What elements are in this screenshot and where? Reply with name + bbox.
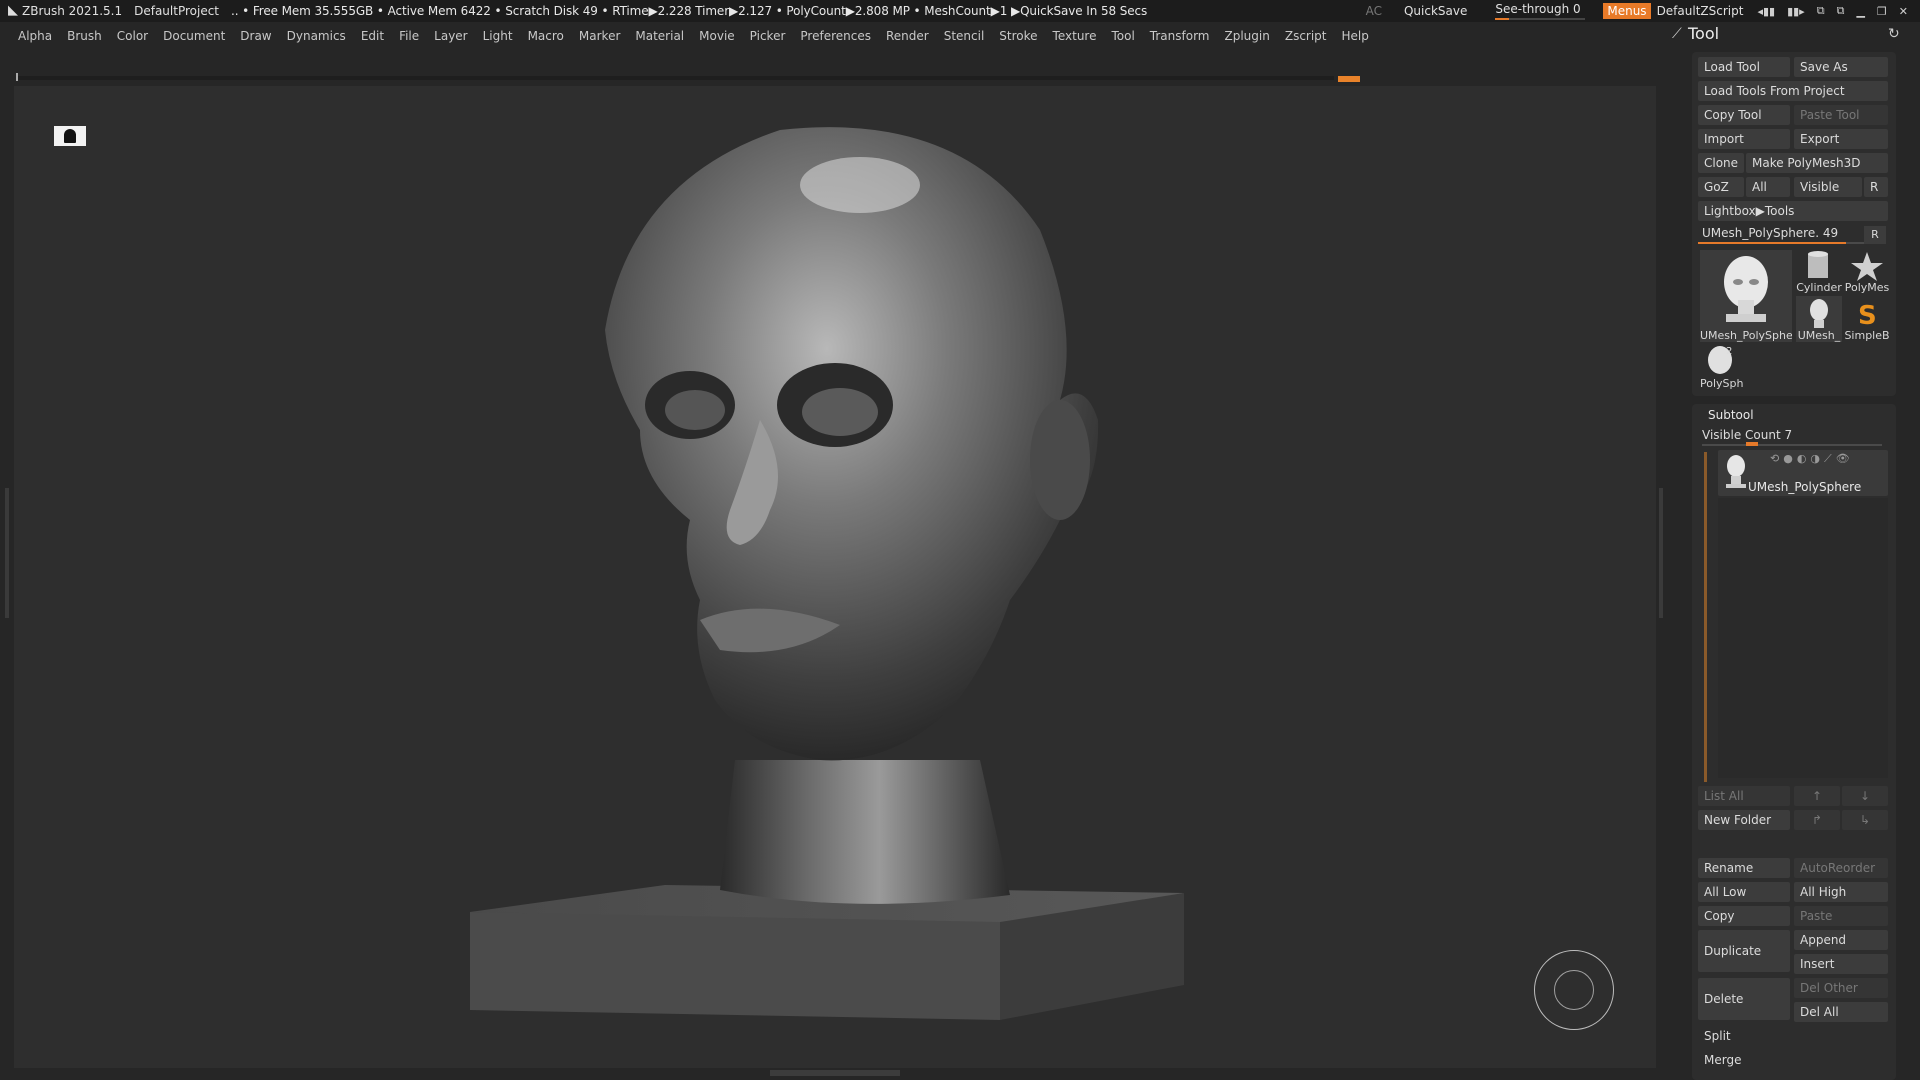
move-out-folder-icon[interactable]: ↳	[1842, 810, 1888, 830]
palette-options-icon[interactable]: ↻	[1888, 26, 1900, 42]
move-down-arrow-icon[interactable]: ↓	[1842, 786, 1888, 806]
head-thumbnail-icon	[1724, 256, 1768, 322]
visible-count-slider[interactable]	[1702, 444, 1882, 446]
tool-thumb-polysphere[interactable]: 2 PolySph	[1700, 344, 1746, 390]
clone-button[interactable]: Clone	[1698, 153, 1744, 173]
make-polymesh3d-button[interactable]: Make PolyMesh3D	[1746, 153, 1888, 173]
save-as-button[interactable]: Save As	[1794, 57, 1888, 77]
load-tools-from-project-button[interactable]: Load Tools From Project	[1698, 81, 1888, 101]
svg-text:S: S	[1858, 301, 1877, 330]
thumb-caption: SimpleB	[1844, 329, 1890, 342]
paste-tool-button[interactable]: Paste Tool	[1794, 105, 1888, 125]
del-all-button[interactable]: Del All	[1794, 1002, 1888, 1022]
sculpt-head-model[interactable]	[0, 0, 1920, 1080]
tool-palette-title[interactable]: Tool	[1688, 24, 1719, 43]
list-all-button[interactable]: List All	[1698, 786, 1790, 806]
tool-pin-icon[interactable]: ⟋	[1672, 26, 1682, 42]
import-button[interactable]: Import	[1698, 129, 1790, 149]
all-low-button[interactable]: All Low	[1698, 882, 1790, 902]
load-tool-button[interactable]: Load Tool	[1698, 57, 1790, 77]
copy-tool-button[interactable]: Copy Tool	[1698, 105, 1790, 125]
tool-thumb-umesh-polysphere[interactable]: UMesh_PolySphe	[1700, 250, 1792, 342]
paste-button[interactable]: Paste	[1794, 906, 1888, 926]
tool-thumb-simplebrush[interactable]: S SimpleB	[1844, 296, 1890, 342]
current-tool-slider-fill	[1698, 242, 1846, 244]
subtool-item-umesh-polysphere[interactable]: ⟲●◐◑⟋👁 UMesh_PolySphere	[1718, 450, 1888, 496]
tool-thumb-polymesh[interactable]: PolyMes	[1844, 250, 1890, 294]
cylinder-icon	[1808, 251, 1828, 278]
duplicate-button[interactable]: Duplicate	[1698, 930, 1790, 972]
tool-thumb-cylinder[interactable]: Cylinder	[1796, 250, 1842, 294]
thumb-caption: PolyMes	[1844, 281, 1890, 294]
copy-button[interactable]: Copy	[1698, 906, 1790, 926]
current-tool-slider-label: UMesh_PolySphere. 49	[1702, 226, 1839, 240]
subtool-item-icons[interactable]: ⟲●◐◑⟋👁	[1770, 452, 1854, 466]
tool-thumb-umesh-small[interactable]: UMesh_	[1796, 296, 1842, 342]
goz-button[interactable]: GoZ	[1698, 177, 1744, 197]
rename-button[interactable]: Rename	[1698, 858, 1790, 878]
visible-count-label: Visible Count 7	[1702, 428, 1793, 442]
neck	[720, 760, 1010, 904]
goz-visible-button[interactable]: Visible	[1794, 177, 1862, 197]
export-button[interactable]: Export	[1794, 129, 1888, 149]
subtool-item-name: UMesh_PolySphere	[1748, 480, 1862, 494]
subtool-head-thumbnail-icon	[1726, 455, 1746, 488]
subtool-list	[1718, 498, 1888, 778]
auto-reorder-button[interactable]: AutoReorder	[1794, 858, 1888, 878]
move-to-folder-icon[interactable]: ↱	[1794, 810, 1840, 830]
move-up-arrow-icon[interactable]: ↑	[1794, 786, 1840, 806]
split-section[interactable]: Split	[1698, 1026, 1888, 1046]
del-other-button[interactable]: Del Other	[1794, 978, 1888, 998]
append-button[interactable]: Append	[1794, 930, 1888, 950]
simplebrush-icon: S	[1858, 301, 1877, 331]
polysphere-count: 2	[1726, 346, 1733, 357]
navigation-gizmo[interactable]	[1534, 950, 1614, 1030]
merge-section[interactable]: Merge	[1698, 1050, 1888, 1070]
ear	[1030, 400, 1090, 520]
head-thumbnail-icon	[1810, 299, 1828, 328]
perspective-toggle-icon[interactable]	[54, 126, 86, 146]
delete-button[interactable]: Delete	[1698, 978, 1790, 1020]
lightbox-tools-button[interactable]: Lightbox▶Tools	[1698, 201, 1888, 221]
new-folder-button[interactable]: New Folder	[1698, 810, 1790, 830]
subtool-list-scrollbar[interactable]	[1704, 452, 1707, 782]
goz-r-button[interactable]: R	[1864, 177, 1888, 197]
current-tool-r-button[interactable]: R	[1864, 226, 1886, 244]
thumb-caption: UMesh_	[1797, 329, 1841, 342]
star-polymesh-icon	[1851, 252, 1883, 281]
visible-count-slider-handle[interactable]	[1746, 442, 1758, 446]
subtool-title[interactable]: Subtool	[1708, 408, 1754, 422]
thumb-caption: UMesh_PolySphe	[1700, 329, 1792, 342]
insert-button[interactable]: Insert	[1794, 954, 1888, 974]
sphere-thumbnail-icon	[1708, 346, 1732, 374]
thumb-caption: PolySph	[1700, 377, 1744, 390]
goz-all-button[interactable]: All	[1746, 177, 1790, 197]
all-high-button[interactable]: All High	[1794, 882, 1888, 902]
base-front-face	[470, 912, 1000, 1020]
thumb-caption: Cylinder	[1796, 281, 1842, 294]
